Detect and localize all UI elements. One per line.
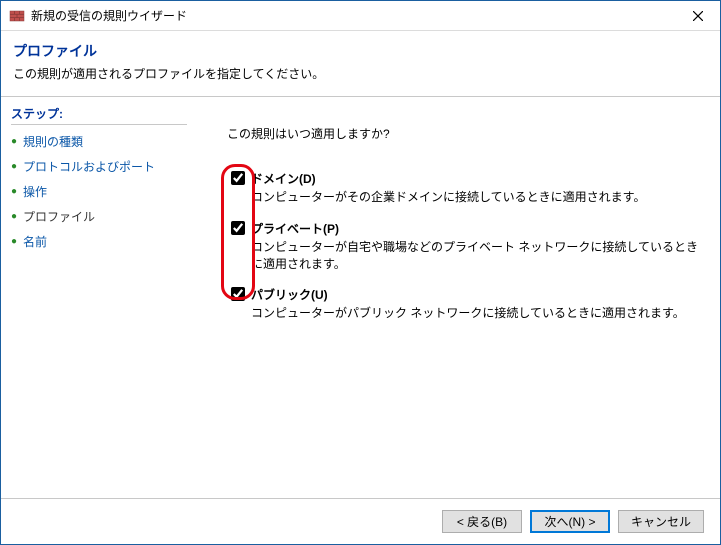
public-description: コンピューターがパブリック ネットワークに接続しているときに適用されます。 <box>251 305 700 322</box>
back-button[interactable]: < 戻る(B) <box>442 510 522 533</box>
step-label: 規則の種類 <box>23 133 83 150</box>
cancel-button[interactable]: キャンセル <box>618 510 704 533</box>
page-title: プロファイル <box>13 41 708 61</box>
step-profile[interactable]: ● プロファイル <box>11 204 187 229</box>
checkbox-row-domain: ドメイン(D) コンピューターがその企業ドメインに接続しているときに適用されます… <box>231 170 700 216</box>
checkbox-text: パブリック(U) コンピューターがパブリック ネットワークに接続しているときに適… <box>251 286 700 332</box>
bullet-icon: ● <box>11 211 17 222</box>
private-checkbox[interactable] <box>231 221 245 235</box>
profile-checkbox-group: ドメイン(D) コンピューターがその企業ドメインに接続しているときに適用されます… <box>217 170 700 332</box>
step-label: 名前 <box>23 233 47 250</box>
public-label: パブリック(U) <box>251 286 700 303</box>
checkbox-row-public: パブリック(U) コンピューターがパブリック ネットワークに接続しているときに適… <box>231 286 700 332</box>
next-button[interactable]: 次へ(N) > <box>530 510 610 533</box>
steps-sidebar: ステップ: ● 規則の種類 ● プロトコルおよびポート ● 操作 ● プロファイ… <box>1 97 197 498</box>
private-label: プライベート(P) <box>251 220 700 237</box>
wizard-footer: < 戻る(B) 次へ(N) > キャンセル <box>1 498 720 544</box>
checkbox-text: プライベート(P) コンピューターが自宅や職場などのプライベート ネットワークに… <box>251 220 700 283</box>
titlebar: 新規の受信の規則ウイザード <box>1 1 720 31</box>
wizard-body: ステップ: ● 規則の種類 ● プロトコルおよびポート ● 操作 ● プロファイ… <box>1 97 720 498</box>
domain-label: ドメイン(D) <box>251 170 700 187</box>
step-action[interactable]: ● 操作 <box>11 179 187 204</box>
step-name[interactable]: ● 名前 <box>11 229 187 254</box>
wizard-content: この規則はいつ適用しますか? ドメイン(D) コンピューターがその企業ドメインに… <box>197 97 720 498</box>
bullet-icon: ● <box>11 186 17 197</box>
bullet-icon: ● <box>11 136 17 147</box>
step-label: プロファイル <box>23 208 95 225</box>
checkbox-text: ドメイン(D) コンピューターがその企業ドメインに接続しているときに適用されます… <box>251 170 700 216</box>
checkbox-row-private: プライベート(P) コンピューターが自宅や職場などのプライベート ネットワークに… <box>231 220 700 283</box>
page-description: この規則が適用されるプロファイルを指定してください。 <box>13 65 708 82</box>
window-title: 新規の受信の規則ウイザード <box>31 7 187 24</box>
firewall-icon <box>9 8 25 24</box>
bullet-icon: ● <box>11 161 17 172</box>
wizard-window: 新規の受信の規則ウイザード プロファイル この規則が適用されるプロファイルを指定… <box>0 0 721 545</box>
close-button[interactable] <box>675 1 720 31</box>
domain-checkbox[interactable] <box>231 171 245 185</box>
bullet-icon: ● <box>11 236 17 247</box>
public-checkbox[interactable] <box>231 287 245 301</box>
private-description: コンピューターが自宅や職場などのプライベート ネットワークに接続しているときに適… <box>251 239 700 273</box>
domain-description: コンピューターがその企業ドメインに接続しているときに適用されます。 <box>251 189 700 206</box>
step-label: 操作 <box>23 183 47 200</box>
steps-heading: ステップ: <box>11 105 187 125</box>
step-label: プロトコルおよびポート <box>23 158 155 175</box>
content-question: この規則はいつ適用しますか? <box>227 125 700 142</box>
step-protocol-ports[interactable]: ● プロトコルおよびポート <box>11 154 187 179</box>
step-rule-type[interactable]: ● 規則の種類 <box>11 129 187 154</box>
wizard-header: プロファイル この規則が適用されるプロファイルを指定してください。 <box>1 31 720 97</box>
